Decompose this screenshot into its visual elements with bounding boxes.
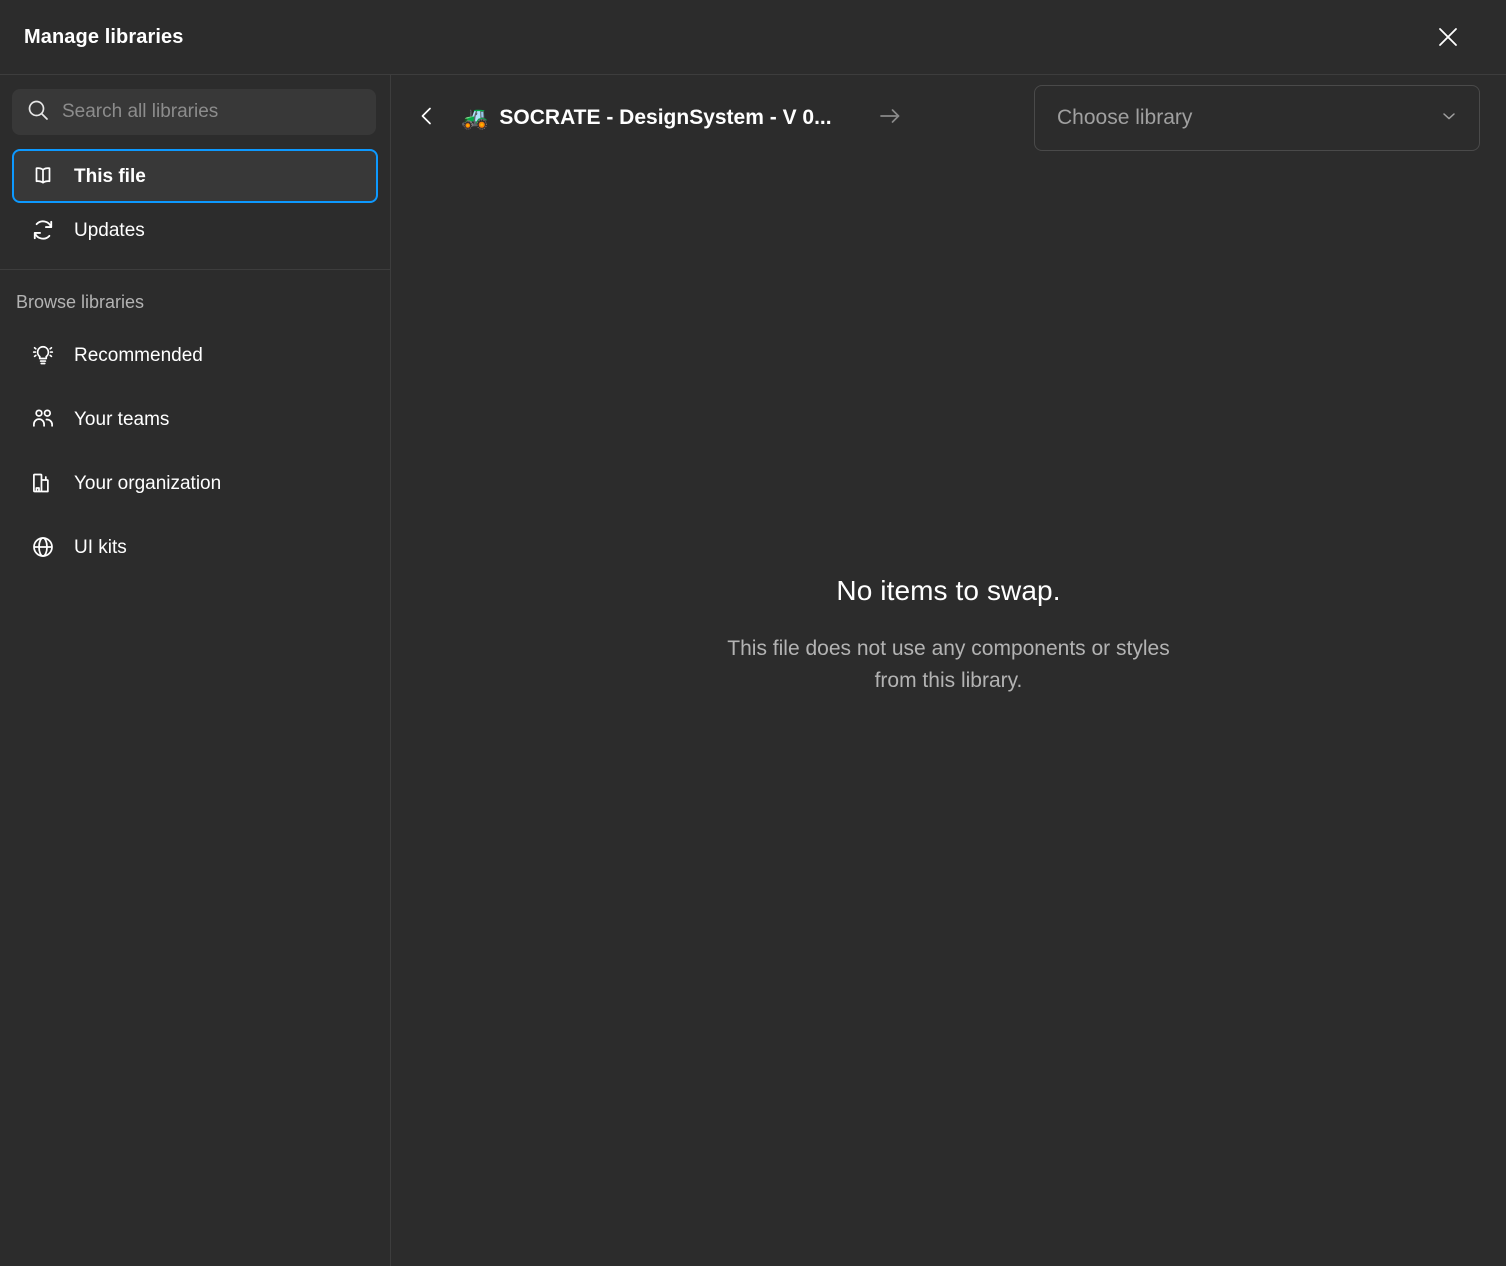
sidebar-item-ui-kits[interactable]: UI kits (12, 515, 378, 579)
close-button[interactable] (1426, 15, 1470, 59)
sidebar-item-your-organization[interactable]: Your organization (12, 451, 378, 515)
sidebar-item-updates[interactable]: Updates (12, 203, 378, 257)
sidebar-item-label: Your organization (74, 472, 222, 494)
empty-state-title: No items to swap. (836, 574, 1061, 606)
tractor-icon: 🚜 (461, 106, 489, 130)
page-title: Manage libraries (24, 25, 184, 48)
chevron-left-icon (415, 104, 439, 133)
sidebar-item-label: Your teams (74, 408, 170, 430)
arrow-right-icon (876, 102, 904, 135)
empty-state: No items to swap. This file does not use… (391, 161, 1506, 1266)
library-title: 🚜 SOCRATE - DesignSystem - V 0... (461, 106, 832, 130)
sidebar-item-your-teams[interactable]: Your teams (12, 387, 378, 451)
search-container (0, 75, 390, 149)
search-input[interactable] (62, 101, 362, 123)
sidebar-item-label: UI kits (74, 536, 127, 558)
buildings-icon (30, 470, 56, 496)
library-header: 🚜 SOCRATE - DesignSystem - V 0... Choose… (391, 75, 1506, 161)
modal-body: This file Updates Browse librari (0, 75, 1506, 1266)
people-icon (30, 406, 56, 432)
library-name: SOCRATE - DesignSystem - V 0... (499, 106, 832, 129)
chevron-down-icon (1439, 106, 1459, 131)
sidebar: This file Updates Browse librari (0, 75, 391, 1266)
browse-nav-group: Recommended Your teams Your organization… (0, 323, 390, 579)
sidebar-item-this-file[interactable]: This file (12, 149, 378, 203)
modal-titlebar: Manage libraries (0, 0, 1506, 75)
choose-library-dropdown[interactable]: Choose library (1034, 85, 1480, 151)
choose-library-label: Choose library (1057, 106, 1193, 129)
search-icon (26, 98, 50, 127)
forward-button[interactable] (868, 96, 912, 140)
sidebar-item-label: This file (74, 165, 146, 187)
manage-libraries-modal: Manage libraries Search all libraries Th… (0, 0, 1506, 1266)
primary-nav-group: This file Updates (0, 149, 390, 269)
search-field[interactable] (12, 89, 376, 135)
sidebar-item-label: Recommended (74, 344, 203, 366)
sidebar-item-label: Updates (74, 219, 145, 241)
browse-libraries-heading: Browse libraries (16, 292, 145, 312)
close-icon (1435, 24, 1461, 50)
refresh-icon (30, 217, 56, 243)
lightbulb-icon (30, 342, 56, 368)
back-button[interactable] (405, 96, 449, 140)
sidebar-item-recommended[interactable]: Recommended (12, 323, 378, 387)
book-open-icon (30, 163, 56, 189)
globe-icon (30, 534, 56, 560)
empty-state-subtitle: This file does not use any components or… (727, 636, 1170, 692)
main-panel: 🚜 SOCRATE - DesignSystem - V 0... Choose… (391, 75, 1506, 1266)
